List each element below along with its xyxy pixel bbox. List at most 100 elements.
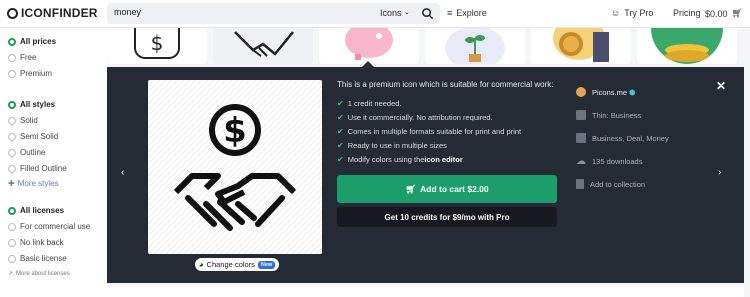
plant-growth-icon [445,28,505,64]
search-input[interactable] [114,7,374,17]
avatar [576,87,586,97]
premium-intro: This is a premium icon which is suitable… [337,80,554,89]
gold-coins-icon [651,28,723,64]
check-icon: ✔ [337,155,344,164]
tags: Business, Deal, Money [576,133,669,143]
filter-semi-solid[interactable]: Semi Solid [8,132,58,141]
svg-text:$: $ [223,111,247,151]
handshake-icon [234,31,294,57]
result-tile[interactable] [637,28,737,64]
radio-icon [8,37,16,46]
style-link[interactable]: Thin: Business [576,110,641,120]
filter-commercial-use[interactable]: For commercial use [8,222,90,231]
add-to-collection-button[interactable]: Add to collection [576,179,645,189]
external-link-icon: ↗ [8,271,14,277]
bookmark-icon [576,179,584,189]
filter-outline[interactable]: Outline [8,148,45,157]
coins-icon [553,28,609,62]
piggy-bank-icon [345,28,393,60]
author-link[interactable]: Picons.me ⬢ [576,87,636,97]
filter-all-prices[interactable]: All prices [8,37,56,46]
filter-free[interactable]: Free [8,53,36,62]
radio-icon [8,100,16,109]
radio-icon [8,148,16,157]
feature-item: ✔ Modify colors using the icon editor [337,155,463,164]
radio-icon [8,238,16,247]
sidebar: All prices Free Premium All styles Solid… [0,28,107,297]
premium-info: This is a premium icon which is suitable… [337,80,554,89]
palette-icon: ◕ [199,260,204,269]
chevron-down-icon[interactable]: ⌄ [404,8,410,16]
cart-total: $0.00 [705,8,728,19]
nav-try-pro[interactable]: ☺ Try Pro [611,8,653,18]
more-styles-link[interactable]: ✚ More styles [8,179,59,188]
radio-icon [8,222,16,231]
cart-button[interactable]: $0.00 🛒︎ [705,8,743,19]
pro-icon: ☺ [611,8,621,18]
prev-arrow-icon[interactable]: ‹ [121,167,124,178]
filter-premium[interactable]: Premium [8,69,52,78]
icon-preview: $ [148,80,322,254]
verified-badge-icon: ⬢ [629,87,636,97]
plus-icon: ✚ [8,179,15,188]
result-tile[interactable]: $ [107,28,207,64]
result-tile[interactable] [425,28,525,64]
add-to-cart-button[interactable]: 🛒︎ Add to cart $2.00 [337,175,557,203]
icon-editor-link[interactable]: icon editor [424,155,462,164]
next-arrow-icon[interactable]: › [718,167,721,178]
top-bar: ICONFINDER Icons ⌄ ≡ Explore ☺ Try Pro P… [0,0,750,28]
feature-item: ✔ 1 credit needed. [337,99,402,108]
filter-filled-outline[interactable]: Filled Outline [8,164,67,173]
radio-icon [8,206,16,215]
close-icon[interactable]: ✕ [716,79,726,93]
new-badge: New [257,260,276,269]
feature-item: ✔ Comes in multiple formats suitable for … [337,127,522,136]
radio-icon [8,164,16,173]
download-count: ☁ 135 downloads [576,156,643,167]
feature-item: ✔ Use it commercially. No attribution req… [337,113,493,122]
feature-item: ✔ Ready to use in multiple sizes [337,141,447,150]
filter-all-licenses[interactable]: All licenses [8,206,64,215]
radio-icon [8,254,16,263]
check-icon: ✔ [337,141,344,150]
check-icon: ✔ [337,99,344,108]
explore-label: Explore [456,8,487,18]
more-about-licenses-link[interactable]: ↗ More about licenses [8,270,70,278]
filter-all-styles[interactable]: All styles [8,100,55,109]
filter-no-link-back[interactable]: No link back [8,238,64,247]
panel-notch [362,61,374,67]
change-colors-button[interactable]: ◕ Change colors New [195,258,280,271]
try-pro-label: Try Pro [624,8,654,18]
result-tile[interactable] [531,28,631,64]
result-tile[interactable] [319,28,419,64]
logo-text: ICONFINDER [21,6,98,20]
result-tile-selected[interactable] [213,28,313,64]
search-type-select[interactable]: Icons [380,8,402,18]
menu-icon: ≡ [447,8,453,18]
style-icon [576,110,586,120]
money-bag-icon: $ [134,28,180,59]
money-handshake-icon: $ [148,80,322,254]
cart-icon: 🛒︎ [731,8,743,18]
search-icon[interactable] [421,7,434,20]
get-credits-button[interactable]: Get 10 credits for $9/mo with Pro [337,207,557,227]
search-bar: Icons ⌄ [107,3,440,24]
radio-icon [8,116,16,125]
logo[interactable]: ICONFINDER [7,6,98,20]
filter-solid[interactable]: Solid [8,116,38,125]
radio-icon [8,132,16,141]
check-icon: ✔ [337,113,344,122]
check-icon: ✔ [337,127,344,136]
tag-icon [576,133,586,143]
results-row-below [107,287,744,297]
pricing-label: Pricing [673,8,701,18]
radio-icon [8,69,16,78]
cloud-download-icon: ☁ [576,156,586,167]
radio-icon [8,53,16,62]
svg-text:$: $ [151,31,164,55]
logo-icon [7,7,18,19]
nav-pricing[interactable]: Pricing [673,8,701,18]
nav-explore[interactable]: ≡ Explore [447,8,487,18]
cart-plus-icon: 🛒︎ [405,183,417,194]
filter-basic-license[interactable]: Basic license [8,254,67,263]
